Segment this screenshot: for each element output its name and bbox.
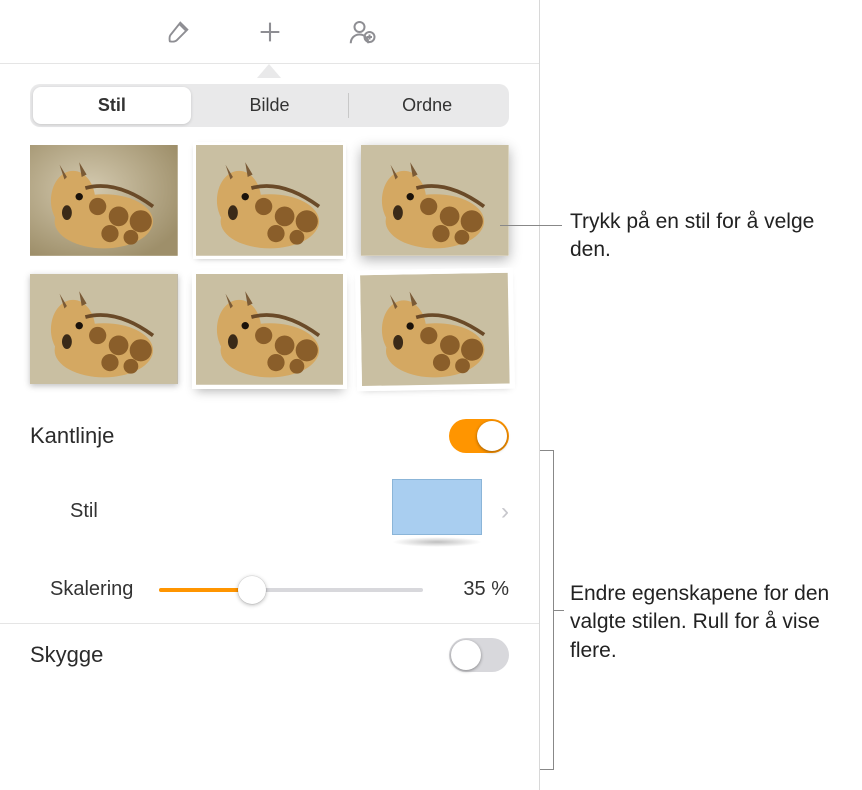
brush-icon[interactable] bbox=[162, 16, 194, 48]
callout-line-2 bbox=[554, 610, 564, 611]
scale-slider[interactable] bbox=[159, 575, 423, 605]
scale-label: Skalering bbox=[50, 578, 133, 601]
format-panel: Stil Bilde Ordne Kantlinje Stil bbox=[0, 0, 540, 790]
style-grid bbox=[0, 145, 539, 405]
callout-bracket bbox=[540, 450, 554, 770]
border-label: Kantlinje bbox=[30, 423, 114, 449]
border-style-label: Stil bbox=[50, 500, 98, 523]
style-option-6[interactable] bbox=[360, 272, 510, 385]
border-toggle[interactable] bbox=[449, 419, 509, 453]
callout-style-tap: Trykk på en stil for å velge den. bbox=[570, 208, 850, 265]
border-row: Kantlinje bbox=[0, 405, 539, 467]
style-option-5[interactable] bbox=[196, 274, 344, 385]
toolbar bbox=[0, 0, 539, 64]
style-option-1[interactable] bbox=[30, 145, 178, 256]
style-option-3[interactable] bbox=[361, 145, 509, 256]
chevron-right-icon: › bbox=[501, 498, 509, 526]
tab-stil[interactable]: Stil bbox=[33, 87, 191, 124]
tab-ordne[interactable]: Ordne bbox=[348, 87, 506, 124]
tab-bar: Stil Bilde Ordne bbox=[30, 84, 509, 127]
shadow-toggle[interactable] bbox=[449, 638, 509, 672]
border-style-preview bbox=[387, 477, 487, 547]
scale-value: 35 % bbox=[449, 578, 509, 601]
style-option-4[interactable] bbox=[30, 274, 178, 385]
style-option-2[interactable] bbox=[196, 145, 344, 256]
panel-pointer bbox=[257, 64, 281, 78]
callout-line-1 bbox=[500, 225, 562, 226]
scale-row: Skalering 35 % bbox=[0, 557, 539, 624]
callout-properties: Endre egenskapene for den valgte stilen.… bbox=[570, 580, 860, 665]
border-style-row[interactable]: Stil › bbox=[0, 467, 539, 557]
tab-bilde[interactable]: Bilde bbox=[191, 87, 349, 124]
shadow-row: Skygge bbox=[0, 624, 539, 686]
add-icon[interactable] bbox=[254, 16, 286, 48]
shadow-label: Skygge bbox=[30, 642, 103, 668]
person-plus-icon[interactable] bbox=[346, 16, 378, 48]
